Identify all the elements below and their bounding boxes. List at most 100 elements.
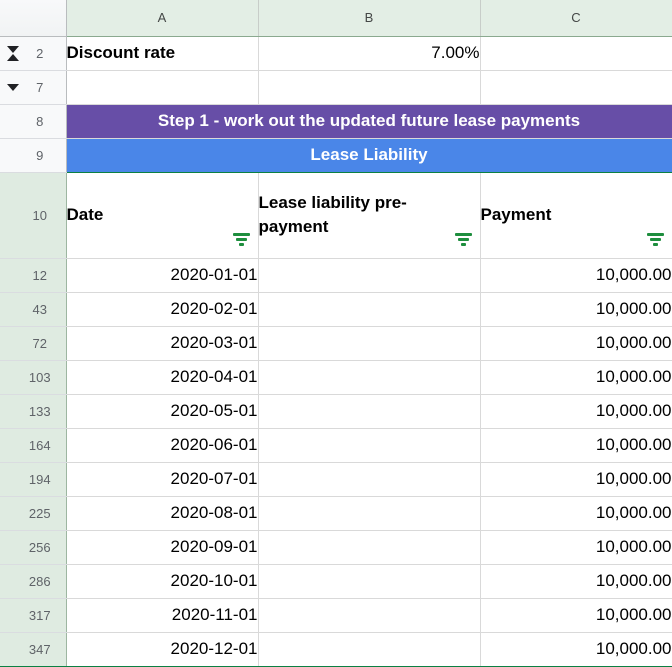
row-header-133[interactable]: 133 xyxy=(0,394,67,429)
cell-C286[interactable]: 10,000.00 xyxy=(480,564,672,599)
cell-A164[interactable]: 2020-06-01 xyxy=(66,428,259,463)
cell-C347[interactable]: 10,000.00 xyxy=(480,632,672,667)
row-header-8[interactable]: 8 xyxy=(0,104,67,139)
cell-B12[interactable] xyxy=(258,258,481,293)
cell-B7[interactable] xyxy=(258,70,481,105)
row-number: 103 xyxy=(28,369,51,385)
row-number: 8 xyxy=(36,113,44,129)
cell-B256[interactable] xyxy=(258,530,481,565)
sheet-row: 43 2020-02-01 10,000.00 xyxy=(0,292,672,327)
row-number: 256 xyxy=(28,539,51,555)
header-cell-payment: Payment xyxy=(480,171,672,259)
funnel-bar-mid xyxy=(457,237,469,241)
sheet-row: 12 2020-01-01 10,000.00 xyxy=(0,258,672,293)
row-header-194[interactable]: 194 xyxy=(0,462,67,497)
row-header-43[interactable]: 43 xyxy=(0,292,67,327)
row-header-2[interactable]: 2 xyxy=(0,36,67,71)
column-header-a[interactable]: A xyxy=(66,0,259,37)
row-header-7[interactable]: 7 xyxy=(0,70,67,105)
cell-B225[interactable] xyxy=(258,496,481,531)
sheet-row: 9 Lease Liability xyxy=(0,138,672,173)
cell-B194[interactable] xyxy=(258,462,481,497)
cell-C164[interactable]: 10,000.00 xyxy=(480,428,672,463)
cell-A256[interactable]: 2020-09-01 xyxy=(66,530,259,565)
row-number: 317 xyxy=(28,607,51,623)
row-number: 225 xyxy=(28,505,51,521)
cell-B347[interactable] xyxy=(258,632,481,667)
row-number: 286 xyxy=(28,573,51,589)
column-header-c[interactable]: C xyxy=(480,0,672,37)
row-header-286[interactable]: 286 xyxy=(0,564,67,599)
cell-C317[interactable]: 10,000.00 xyxy=(480,598,672,633)
row-number: 133 xyxy=(28,403,51,419)
row-header-9[interactable]: 9 xyxy=(0,138,67,173)
filter-funnel-icon[interactable] xyxy=(454,232,472,246)
row-header-317[interactable]: 317 xyxy=(0,598,67,633)
row-header-347[interactable]: 347 xyxy=(0,632,67,667)
cell-A72[interactable]: 2020-03-01 xyxy=(66,326,259,361)
cell-B133[interactable] xyxy=(258,394,481,429)
cell-A43[interactable]: 2020-02-01 xyxy=(66,292,259,327)
cell-B2[interactable]: 7.00% xyxy=(258,36,481,71)
cell-B43[interactable] xyxy=(258,292,481,327)
cell-C43[interactable]: 10,000.00 xyxy=(480,292,672,327)
triangle-down xyxy=(7,83,19,91)
row-number: 72 xyxy=(32,335,47,351)
cell-A133[interactable]: 2020-05-01 xyxy=(66,394,259,429)
header-label-date: Date xyxy=(66,205,104,224)
cell-A286[interactable]: 2020-10-01 xyxy=(66,564,259,599)
cell-C12[interactable]: 10,000.00 xyxy=(480,258,672,293)
cell-C103[interactable]: 10,000.00 xyxy=(480,360,672,395)
cell-C72[interactable]: 10,000.00 xyxy=(480,326,672,361)
select-all-corner[interactable] xyxy=(0,0,67,37)
cell-A7[interactable] xyxy=(66,70,259,105)
row-header-225[interactable]: 225 xyxy=(0,496,67,531)
funnel-bar-bottom xyxy=(238,242,244,246)
sheet-row: 7 xyxy=(0,70,672,105)
filter-funnel-icon[interactable] xyxy=(232,232,250,246)
triangle-down xyxy=(7,45,19,53)
row-header-12[interactable]: 12 xyxy=(0,258,67,293)
cell-A317[interactable]: 2020-11-01 xyxy=(66,598,259,633)
row-header-10[interactable]: 10 xyxy=(0,172,67,259)
funnel-bar-bottom xyxy=(460,242,466,246)
spreadsheet-grid: A B C 2 Discount rate 7.00% 7 8 Step 1 - work ou… xyxy=(0,0,672,667)
cell-A194[interactable]: 2020-07-01 xyxy=(66,462,259,497)
cell-B317[interactable] xyxy=(258,598,481,633)
cell-B72[interactable] xyxy=(258,326,481,361)
row-header-164[interactable]: 164 xyxy=(0,428,67,463)
cell-A12[interactable]: 2020-01-01 xyxy=(66,258,259,293)
cell-A103[interactable]: 2020-04-01 xyxy=(66,360,259,395)
filter-funnel-icon[interactable] xyxy=(646,232,664,246)
row-header-72[interactable]: 72 xyxy=(0,326,67,361)
column-header-b[interactable]: B xyxy=(258,0,481,37)
sheet-row: 8 Step 1 - work out the updated future le… xyxy=(0,104,672,139)
cell-C133[interactable]: 10,000.00 xyxy=(480,394,672,429)
cell-A347[interactable]: 2020-12-01 xyxy=(66,632,259,667)
row-header-103[interactable]: 103 xyxy=(0,360,67,395)
sheet-row: 164 2020-06-01 10,000.00 xyxy=(0,428,672,463)
sheet-row: 72 2020-03-01 10,000.00 xyxy=(0,326,672,361)
row-number: 43 xyxy=(32,301,47,317)
funnel-bar-top xyxy=(232,232,250,236)
row-header-256[interactable]: 256 xyxy=(0,530,67,565)
cell-C256[interactable]: 10,000.00 xyxy=(480,530,672,565)
column-header-row: ABC xyxy=(0,0,672,37)
cell-A225[interactable]: 2020-08-01 xyxy=(66,496,259,531)
cell-A2[interactable]: Discount rate xyxy=(66,36,259,71)
sheet-row: 256 2020-09-01 10,000.00 xyxy=(0,530,672,565)
cell-B286[interactable] xyxy=(258,564,481,599)
header-label-payment: Payment xyxy=(480,205,552,224)
collapse-expand-double-icon[interactable] xyxy=(6,44,20,62)
collapse-down-icon[interactable] xyxy=(6,78,20,96)
funnel-bar-top xyxy=(454,232,472,236)
row-number: 164 xyxy=(28,437,51,453)
cell-C7[interactable] xyxy=(480,70,672,105)
sheet-row: 103 2020-04-01 10,000.00 xyxy=(0,360,672,395)
cell-C225[interactable]: 10,000.00 xyxy=(480,496,672,531)
cell-B164[interactable] xyxy=(258,428,481,463)
cell-C194[interactable]: 10,000.00 xyxy=(480,462,672,497)
banner-purple: Step 1 - work out the updated future lea… xyxy=(66,104,672,139)
cell-B103[interactable] xyxy=(258,360,481,395)
cell-C2[interactable] xyxy=(480,36,672,71)
